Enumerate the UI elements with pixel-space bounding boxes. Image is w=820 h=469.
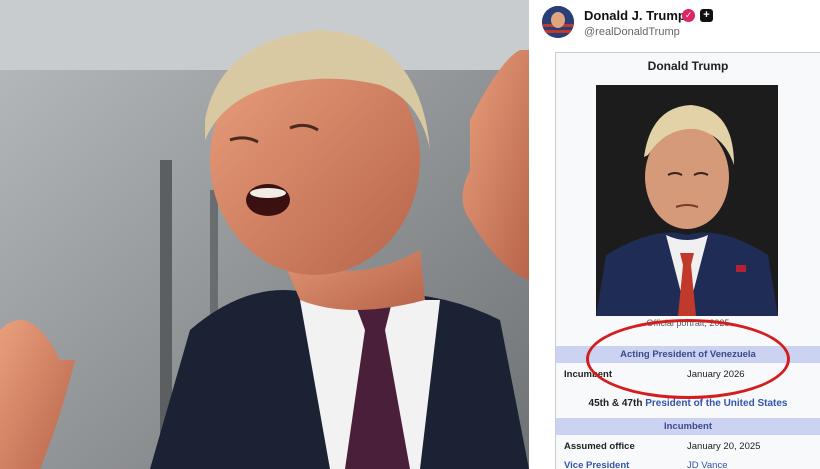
incumbent-header: Incumbent: [556, 418, 820, 435]
highlight-circle: [586, 319, 790, 399]
vice-president-value[interactable]: JD Vance: [687, 458, 727, 469]
post-header: Donald J. Trump ✓ + @realDonaldTrump: [529, 0, 820, 50]
speaking-photo-illustration: [0, 0, 529, 469]
portrait-illustration: [596, 85, 778, 316]
official-portrait: [596, 85, 778, 316]
office-link[interactable]: President of the United States: [645, 398, 787, 409]
wikipedia-infobox: Donald Trump Official portrait, 2025 Act…: [555, 52, 820, 469]
assumed-office-label: Assumed office: [564, 441, 635, 452]
infobox-title: Donald Trump: [647, 59, 729, 73]
avatar-image: [542, 6, 574, 38]
avatar[interactable]: [542, 6, 574, 38]
plus-icon[interactable]: +: [700, 9, 713, 22]
vice-president-row: Vice President JD Vance: [562, 458, 814, 469]
vice-president-label[interactable]: Vice President: [564, 458, 629, 469]
author-handle[interactable]: @realDonaldTrump: [584, 26, 680, 38]
verified-badge-icon: ✓: [682, 9, 695, 22]
assumed-office-row: Assumed office January 20, 2025: [562, 439, 814, 455]
post-panel: Donald J. Trump ✓ + @realDonaldTrump Don…: [529, 0, 820, 469]
office-prefix: 45th & 47th: [588, 398, 643, 409]
assumed-office-value: January 20, 2025: [687, 441, 761, 452]
office-title: 45th & 47th President of the United Stat…: [556, 398, 820, 409]
speaking-photo: [0, 0, 529, 469]
author-name[interactable]: Donald J. Trump: [584, 8, 686, 23]
